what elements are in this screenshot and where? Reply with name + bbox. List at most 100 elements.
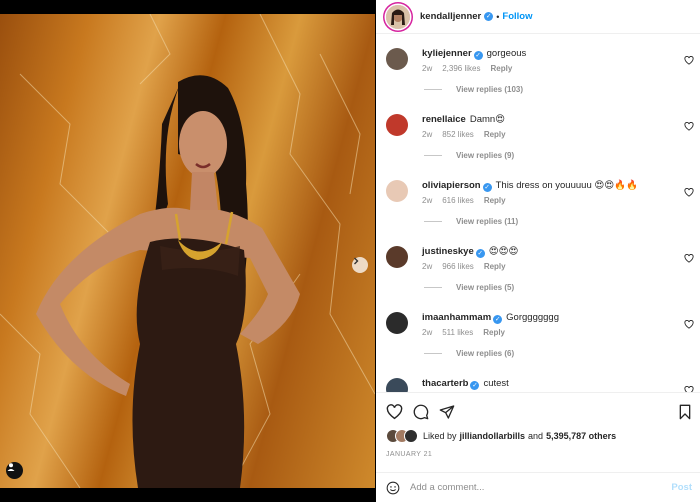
comment-text: Damn😍	[469, 114, 506, 125]
post-header: kendalljenner ✓ • Follow	[376, 0, 700, 34]
likes-middle: and	[528, 431, 544, 441]
comment-age: 2w	[422, 130, 433, 139]
comment-item: renellaice Damn😍 2w 852 likes Reply View …	[376, 100, 700, 166]
instagram-post-modal: kendalljenner ✓ • Follow kyliejenner ✓ gor…	[0, 0, 700, 502]
reply-button[interactable]: Reply	[484, 130, 506, 139]
comment-likes[interactable]: 616 likes	[442, 196, 474, 205]
reply-button[interactable]: Reply	[484, 262, 506, 271]
replies-divider	[424, 221, 442, 222]
replies-divider	[424, 155, 442, 156]
comment-meta: 2w 852 likes Reply	[422, 130, 700, 139]
comment-text: gorgeous	[486, 48, 527, 59]
comment-like-heart-icon[interactable]	[684, 320, 694, 329]
reply-button[interactable]: Reply	[490, 64, 512, 73]
comment-meta: 2w 511 likes Reply	[422, 328, 700, 337]
comment-likes[interactable]: 511 likes	[442, 328, 473, 337]
commenter-avatar[interactable]	[386, 378, 408, 392]
carousel-next-button[interactable]	[352, 257, 368, 273]
replies-divider	[424, 89, 442, 90]
likes-user-link[interactable]: jilliandollarbills	[460, 431, 526, 441]
comment-item: thacarterb ✓ cutest	[376, 364, 700, 392]
comment-text-line: imaanhammam ✓ Gorggggggg	[422, 312, 700, 324]
view-replies-button[interactable]: View replies (9)	[422, 151, 700, 160]
commenter-username[interactable]: imaanhammam	[422, 312, 491, 323]
share-paper-plane-icon[interactable]	[439, 404, 455, 420]
comment-item: imaanhammam ✓ Gorggggggg 2w 511 likes Repl…	[376, 298, 700, 364]
action-icons	[376, 393, 700, 431]
comment-age: 2w	[422, 64, 433, 73]
post-date: JANUARY 21	[386, 451, 433, 458]
view-replies-button[interactable]: View replies (5)	[422, 283, 700, 292]
commenter-avatar[interactable]	[386, 180, 408, 202]
replies-divider	[424, 353, 442, 354]
like-heart-icon[interactable]	[386, 404, 403, 420]
commenter-username[interactable]: renellaice	[422, 114, 466, 125]
comment-text-line: renellaice Damn😍	[422, 114, 700, 126]
user-icon	[7, 463, 15, 471]
view-replies-label: View replies (9)	[456, 151, 515, 160]
comment-like-heart-icon[interactable]	[684, 188, 694, 197]
comment-item: justineskye ✓ 😍😍😍 2w 966 likes Reply View …	[376, 232, 700, 298]
view-replies-button[interactable]: View replies (6)	[422, 349, 700, 358]
commenter-avatar[interactable]	[386, 48, 408, 70]
view-replies-button[interactable]: View replies (11)	[422, 217, 700, 226]
save-bookmark-icon[interactable]	[678, 404, 692, 420]
author-avatar[interactable]	[386, 4, 410, 29]
commenter-avatar[interactable]	[386, 312, 408, 334]
comment-meta: 2w 2,396 likes Reply	[422, 64, 700, 73]
commenter-avatar[interactable]	[386, 114, 408, 136]
verified-badge-icon: ✓	[482, 183, 492, 192]
comment-like-heart-icon[interactable]	[684, 56, 694, 65]
verified-badge-icon: ✓	[493, 315, 503, 324]
comment-text: This dress on youuuuu 😍😍🔥🔥	[495, 180, 638, 191]
comment-text-line: kyliejenner ✓ gorgeous	[422, 48, 700, 60]
comment-text-line: thacarterb ✓ cutest	[422, 378, 700, 390]
likes-prefix: Liked by	[423, 431, 457, 441]
post-details-panel: kendalljenner ✓ • Follow kyliejenner ✓ gor…	[376, 0, 700, 502]
reply-button[interactable]: Reply	[483, 328, 505, 337]
post-comment-button[interactable]: Post	[671, 482, 692, 493]
comment-meta: 2w 966 likes Reply	[422, 262, 700, 271]
emoji-icon[interactable]	[386, 481, 400, 495]
likes-count-link[interactable]: 5,395,787 others	[546, 431, 616, 441]
comment-text: Gorggggggg	[506, 312, 559, 323]
view-replies-button[interactable]: View replies (103)	[422, 85, 700, 94]
comment-age: 2w	[422, 262, 433, 271]
comment-like-heart-icon[interactable]	[684, 122, 694, 131]
verified-badge-icon: ✓	[484, 12, 494, 21]
view-replies-label: View replies (5)	[456, 283, 515, 292]
comment-input[interactable]	[410, 482, 672, 493]
comment-item: kyliejenner ✓ gorgeous 2w 2,396 likes Repl…	[376, 34, 700, 100]
author-username[interactable]: kendalljenner	[420, 11, 481, 22]
verified-badge-icon: ✓	[475, 249, 485, 258]
follow-button[interactable]: Follow	[502, 11, 532, 22]
comment-age: 2w	[422, 328, 433, 337]
commenter-username[interactable]: justineskye	[422, 246, 474, 257]
commenter-avatar[interactable]	[386, 246, 408, 268]
comment-likes[interactable]: 966 likes	[442, 262, 474, 271]
likers-avatar-stack	[386, 429, 418, 443]
comment-like-heart-icon[interactable]	[684, 254, 694, 263]
reply-button[interactable]: Reply	[484, 196, 506, 205]
post-actions: Liked by jilliandollarbills and 5,395,78…	[376, 392, 700, 502]
view-replies-label: View replies (6)	[456, 349, 515, 358]
commenter-username[interactable]: thacarterb	[422, 378, 468, 389]
commenter-username[interactable]: oliviapierson	[422, 180, 481, 191]
separator-dot: •	[496, 11, 500, 22]
comment-bubble-icon[interactable]	[413, 404, 429, 420]
comment-text: 😍😍😍	[488, 246, 519, 257]
post-photo[interactable]	[0, 14, 375, 488]
commenter-username[interactable]: kyliejenner	[422, 48, 472, 59]
replies-divider	[424, 287, 442, 288]
comment-likes[interactable]: 852 likes	[442, 130, 474, 139]
comment-item: oliviapierson ✓ This dress on youuuuu 😍😍🔥🔥…	[376, 166, 700, 232]
post-image-illustration	[0, 14, 375, 488]
avatar-image	[386, 4, 410, 29]
comment-text: cutest	[483, 378, 509, 389]
comment-likes[interactable]: 2,396 likes	[442, 64, 480, 73]
comments-list[interactable]: kyliejenner ✓ gorgeous 2w 2,396 likes Repl…	[376, 34, 700, 392]
comment-age: 2w	[422, 196, 433, 205]
verified-badge-icon: ✓	[473, 51, 483, 60]
comment-text-line: justineskye ✓ 😍😍😍	[422, 246, 700, 258]
tagged-users-button[interactable]	[6, 462, 23, 479]
